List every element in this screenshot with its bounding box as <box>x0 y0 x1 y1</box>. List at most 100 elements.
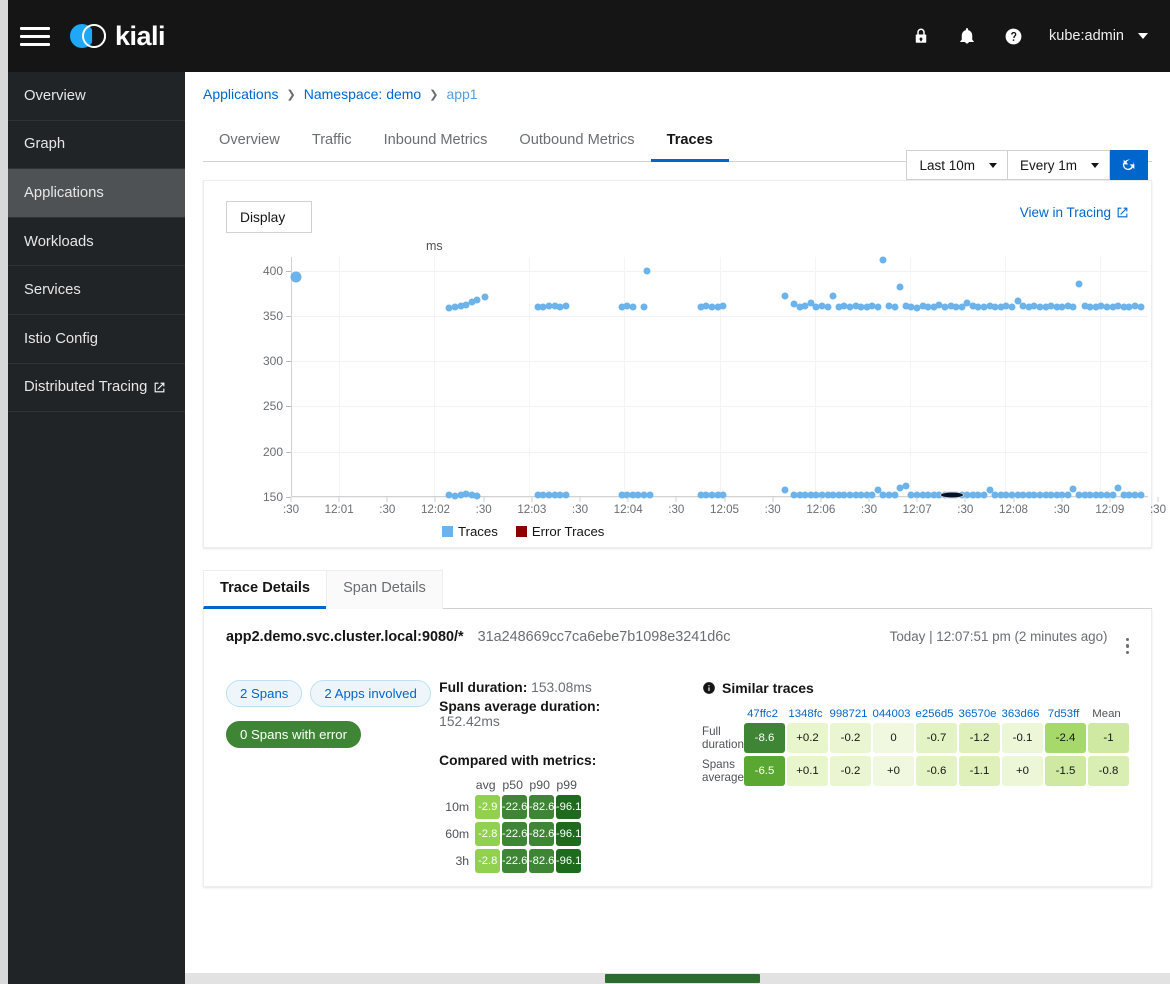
trace-point[interactable] <box>1069 485 1077 493</box>
badge-spans-with-error[interactable]: 0 Spans with error <box>226 721 362 748</box>
trace-point[interactable] <box>473 492 481 500</box>
lock-icon[interactable] <box>911 26 931 46</box>
trace-point[interactable] <box>824 303 832 311</box>
tab-traces[interactable]: Traces <box>650 122 729 162</box>
similar-cell[interactable]: +0.2 <box>787 723 828 753</box>
heatmap-cell[interactable]: -96.1 <box>556 849 581 873</box>
similar-cell[interactable]: -0.8 <box>1088 756 1129 786</box>
trace-point[interactable] <box>643 267 651 275</box>
trace-point[interactable] <box>829 292 837 300</box>
trace-point[interactable] <box>473 296 481 304</box>
trace-point[interactable] <box>562 491 570 499</box>
bell-icon[interactable] <box>957 26 977 46</box>
trace-point[interactable] <box>1069 303 1077 311</box>
trace-point[interactable] <box>781 292 789 300</box>
refresh-button[interactable] <box>1110 150 1148 180</box>
similar-cell[interactable]: -0.2 <box>830 756 871 786</box>
trace-point[interactable] <box>481 293 489 301</box>
similar-cell[interactable]: -1.2 <box>959 723 1000 753</box>
trace-point[interactable] <box>1114 484 1122 492</box>
trace-point[interactable] <box>868 491 876 499</box>
legend-item-error-traces[interactable]: Error Traces <box>515 524 604 539</box>
similar-cell[interactable]: +0.1 <box>787 756 828 786</box>
badge-2-apps-involved[interactable]: 2 Apps involved <box>310 680 431 707</box>
trace-point[interactable] <box>1137 491 1145 499</box>
heatmap-cell[interactable]: -2.8 <box>475 849 501 873</box>
similar-cell[interactable]: -0.1 <box>1002 723 1043 753</box>
trace-point[interactable] <box>640 303 648 311</box>
heatmap-cell[interactable]: -2.9 <box>475 795 501 819</box>
tab-traffic[interactable]: Traffic <box>296 122 368 162</box>
similar-cell[interactable]: -0.6 <box>916 756 957 786</box>
legend-item-traces[interactable]: Traces <box>442 524 498 539</box>
trace-point[interactable] <box>891 491 899 499</box>
similar-trace-link[interactable]: 7d53ff <box>1043 708 1084 720</box>
heatmap-cell[interactable]: -82.6 <box>529 795 554 819</box>
trace-point[interactable] <box>896 283 904 291</box>
similar-cell[interactable]: -8.6 <box>744 723 785 753</box>
help-icon[interactable] <box>1003 26 1023 46</box>
heatmap-cell[interactable]: -82.6 <box>529 849 554 873</box>
similar-cell[interactable]: +0 <box>1002 756 1043 786</box>
similar-trace-link[interactable]: 36570e <box>957 708 998 720</box>
heatmap-cell[interactable]: -82.6 <box>529 822 554 846</box>
hamburger-icon[interactable] <box>20 21 50 51</box>
view-in-tracing-link[interactable]: View in Tracing <box>1020 205 1129 220</box>
traces-scatter-plot[interactable]: 150 200 250 300 350 400 <box>246 256 1158 504</box>
detail-tab-trace-details[interactable]: Trace Details <box>203 570 327 609</box>
sidebar-item-graph[interactable]: Graph <box>0 121 185 170</box>
trace-point[interactable] <box>980 491 988 499</box>
similar-cell[interactable]: -2.4 <box>1045 723 1086 753</box>
trace-point[interactable] <box>562 302 570 310</box>
trace-point[interactable] <box>1075 280 1083 288</box>
sidebar-item-workloads[interactable]: Workloads <box>0 218 185 267</box>
similar-trace-link[interactable]: 044003 <box>871 708 912 720</box>
detail-tab-span-details[interactable]: Span Details <box>326 570 443 609</box>
trace-point[interactable] <box>1137 303 1145 311</box>
heatmap-cell[interactable]: -22.6 <box>502 822 527 846</box>
scrollbar-thumb[interactable] <box>605 974 760 983</box>
breadcrumb-item-1[interactable]: Namespace: demo <box>304 86 422 102</box>
similar-trace-link[interactable]: e256d5 <box>914 708 955 720</box>
trace-point[interactable] <box>719 302 727 310</box>
heatmap-cell[interactable]: -22.6 <box>502 795 527 819</box>
heatmap-cell[interactable]: -96.1 <box>556 795 581 819</box>
similar-cell[interactable]: -1.5 <box>1045 756 1086 786</box>
sidebar-item-services[interactable]: Services <box>0 266 185 315</box>
similar-trace-link[interactable]: 1348fc <box>785 708 826 720</box>
tab-inbound-metrics[interactable]: Inbound Metrics <box>368 122 504 162</box>
heatmap-cell[interactable]: -96.1 <box>556 822 581 846</box>
similar-trace-link[interactable]: 363d66 <box>1000 708 1041 720</box>
similar-trace-link[interactable]: 998721 <box>828 708 869 720</box>
sidebar-item-overview[interactable]: Overview <box>0 72 185 121</box>
heatmap-cell[interactable]: -2.8 <box>475 822 501 846</box>
badge-2-spans[interactable]: 2 Spans <box>226 680 303 707</box>
similar-cell[interactable]: +0 <box>873 756 914 786</box>
breadcrumb-item-2[interactable]: app1 <box>446 86 477 102</box>
time-range-select[interactable]: Last 10m <box>906 150 1008 180</box>
similar-trace-link[interactable]: 47ffc2 <box>742 708 783 720</box>
sidebar-item-istio-config[interactable]: Istio Config <box>0 315 185 364</box>
trace-point[interactable] <box>874 303 882 311</box>
user-menu[interactable]: kube:admin <box>1049 28 1148 44</box>
selected-trace-point[interactable] <box>940 491 965 499</box>
similar-cell[interactable]: -0.2 <box>830 723 871 753</box>
trace-point[interactable] <box>879 256 887 264</box>
trace-point[interactable] <box>1008 303 1016 311</box>
similar-cell[interactable]: -1 <box>1088 723 1129 753</box>
tab-overview[interactable]: Overview <box>203 122 296 162</box>
similar-cell[interactable]: 0 <box>873 723 914 753</box>
similar-cell[interactable]: -1.1 <box>959 756 1000 786</box>
trace-point[interactable] <box>1064 491 1072 499</box>
tab-outbound-metrics[interactable]: Outbound Metrics <box>503 122 650 162</box>
sidebar-item-distributed-tracing[interactable]: Distributed Tracing <box>0 364 185 413</box>
sidebar-item-applications[interactable]: Applications <box>0 169 185 218</box>
display-dropdown[interactable]: Display <box>226 201 313 233</box>
heatmap-cell[interactable]: -22.6 <box>502 849 527 873</box>
trace-point[interactable] <box>646 491 654 499</box>
trace-point[interactable] <box>290 271 302 283</box>
horizontal-scrollbar[interactable] <box>185 973 1170 984</box>
breadcrumb-item-0[interactable]: Applications <box>203 86 279 102</box>
refresh-interval-select[interactable]: Every 1m <box>1007 150 1110 180</box>
similar-cell[interactable]: -0.7 <box>916 723 957 753</box>
